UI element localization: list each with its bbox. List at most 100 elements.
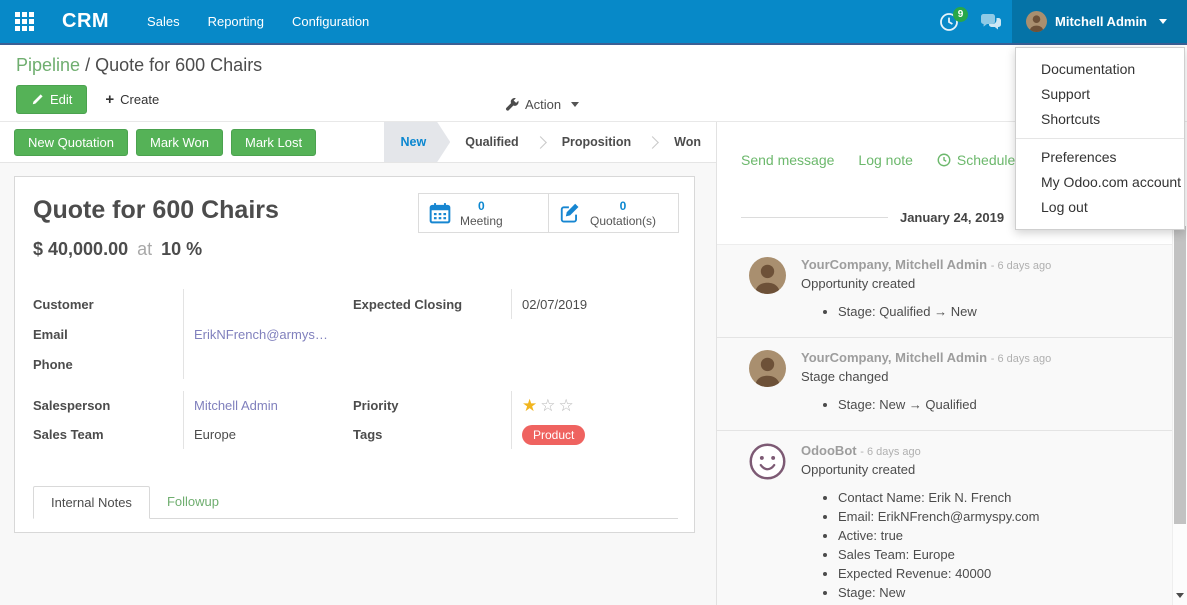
action-dropdown[interactable]: Action <box>505 97 579 112</box>
navbar-left: CRM Sales Reporting Configuration <box>0 0 369 43</box>
breadcrumb-separator: / <box>85 55 90 75</box>
create-button[interactable]: + Create <box>95 85 169 114</box>
customer-value[interactable] <box>183 289 353 319</box>
sheet-area: Quote for 600 Chairs $ 40,000.00 at 10 % <box>0 163 716 605</box>
chevron-down-icon <box>571 102 579 107</box>
stage-won[interactable]: Won <box>659 122 716 162</box>
user-avatar <box>1026 11 1047 32</box>
at-label: at <box>133 239 156 259</box>
menu-item-shortcuts[interactable]: Shortcuts <box>1016 107 1184 132</box>
expected-closing-value: 02/07/2019 <box>511 289 678 319</box>
edit-button[interactable]: Edit <box>16 85 87 114</box>
message-item: YourCompany, Mitchell Admin - 6 days ago… <box>717 338 1187 431</box>
message-body: Stage changed <box>801 369 1147 384</box>
app-name: CRM <box>62 10 109 33</box>
send-message-link[interactable]: Send message <box>741 152 834 168</box>
message-timestamp: - 6 days ago <box>991 260 1052 272</box>
priority-stars[interactable]: ★☆☆ <box>522 396 577 416</box>
field-group-sales: Salesperson Mitchell Admin Priority ★☆☆ … <box>33 391 678 449</box>
control-panel: Pipeline / Quote for 600 Chairs Edit + C… <box>0 45 1187 122</box>
menu-item-sales[interactable]: Sales <box>147 14 180 29</box>
scrollbar-thumb[interactable] <box>1174 226 1186 524</box>
mark-won-button[interactable]: Mark Won <box>136 129 223 156</box>
sales-team-label: Sales Team <box>33 420 183 449</box>
phone-value[interactable] <box>183 349 353 379</box>
log-note-link[interactable]: Log note <box>858 152 913 168</box>
stage-proposition[interactable]: Proposition <box>547 122 646 162</box>
email-value[interactable]: ErikNFrench@armys… <box>183 319 353 349</box>
plus-icon: + <box>105 91 114 108</box>
email-label: Email <box>33 319 183 349</box>
quotation-pencil-square-icon <box>559 202 581 224</box>
breadcrumb: Pipeline / Quote for 600 Chairs <box>16 55 1187 76</box>
new-quotation-button[interactable]: New Quotation <box>14 129 128 156</box>
apps-grid-icon <box>15 12 34 31</box>
sales-team-value[interactable]: Europe <box>183 420 353 449</box>
quotations-stat-button[interactable]: 0 Quotation(s) <box>548 193 679 233</box>
opportunity-title: Quote for 600 Chairs <box>33 196 279 225</box>
meeting-label: Meeting <box>460 214 503 228</box>
wrench-icon <box>505 98 519 112</box>
salesperson-value[interactable]: Mitchell Admin <box>183 391 353 420</box>
statusbar-buttons: New Quotation Mark Won Mark Lost <box>14 129 316 156</box>
mark-lost-button[interactable]: Mark Lost <box>231 129 316 156</box>
menu-item-preferences[interactable]: Preferences <box>1016 145 1184 170</box>
user-dropdown-menu: Documentation Support Shortcuts Preferen… <box>1015 47 1185 230</box>
statusbar: New Quotation Mark Won Mark Lost New Qua… <box>0 122 716 163</box>
scrollbar-down-arrow-icon[interactable] <box>1176 593 1184 598</box>
tag-product: Product <box>522 425 585 445</box>
tab-followup[interactable]: Followup <box>150 486 236 518</box>
date-separator-label: January 24, 2019 <box>888 210 1016 225</box>
star-empty-icon[interactable]: ☆ <box>540 396 558 415</box>
message-body: Opportunity created <box>801 462 1147 477</box>
crm-form-page: CRM Sales Reporting Configuration 9 <box>0 0 1187 605</box>
message-timestamp: - 6 days ago <box>860 446 921 458</box>
stage-qualified[interactable]: Qualified <box>450 122 533 162</box>
menu-item-documentation[interactable]: Documentation <box>1016 57 1184 82</box>
meetings-stat-button[interactable]: 0 Meeting <box>418 193 549 233</box>
priority-label: Priority <box>353 391 511 420</box>
schedule-clock-icon <box>937 153 951 167</box>
form-column: New Quotation Mark Won Mark Lost New Qua… <box>0 122 716 605</box>
breadcrumb-pipeline-link[interactable]: Pipeline <box>16 55 80 75</box>
message-list: YourCompany, Mitchell Admin - 6 days ago… <box>717 244 1187 605</box>
menu-item-my-odoo-account[interactable]: My Odoo.com account <box>1016 170 1184 195</box>
customer-label: Customer <box>33 289 183 319</box>
breadcrumb-current: Quote for 600 Chairs <box>95 55 262 75</box>
tab-internal-notes[interactable]: Internal Notes <box>33 486 150 519</box>
message-item: OdooBot - 6 days ago Opportunity created… <box>717 431 1187 605</box>
message-body: Opportunity created <box>801 276 1147 291</box>
message-tracking-values: Stage: New → Qualified <box>801 395 1147 414</box>
message-author: YourCompany, Mitchell Admin <box>801 350 987 365</box>
opportunity-sheet: Quote for 600 Chairs $ 40,000.00 at 10 % <box>14 176 695 533</box>
tags-label: Tags <box>353 420 511 449</box>
menu-item-configuration[interactable]: Configuration <box>292 14 369 29</box>
chevron-right-icon <box>534 136 547 149</box>
expected-closing-label: Expected Closing <box>353 289 511 319</box>
main-navbar: CRM Sales Reporting Configuration 9 <box>0 0 1187 45</box>
quotation-label: Quotation(s) <box>590 214 656 228</box>
messages-menu-button[interactable] <box>970 0 1012 43</box>
author-avatar <box>749 257 786 294</box>
menu-item-log-out[interactable]: Log out <box>1016 195 1184 220</box>
menu-divider <box>1016 138 1184 139</box>
message-author: OdooBot <box>801 443 857 458</box>
apps-menu-button[interactable] <box>0 0 48 43</box>
activity-menu-button[interactable]: 9 <box>928 0 970 43</box>
user-menu-button[interactable]: Mitchell Admin <box>1012 0 1187 43</box>
expected-revenue-line: $ 40,000.00 at 10 % <box>33 239 202 260</box>
message-author: YourCompany, Mitchell Admin <box>801 257 987 272</box>
menu-item-support[interactable]: Support <box>1016 82 1184 107</box>
menu-item-reporting[interactable]: Reporting <box>208 14 264 29</box>
stage-pipeline: New Qualified Proposition Won <box>384 122 716 162</box>
chat-bubble-icon <box>980 13 1002 31</box>
content: New Quotation Mark Won Mark Lost New Qua… <box>0 122 1187 605</box>
amount-value: $ 40,000.00 <box>33 239 128 259</box>
probability-value: 10 % <box>161 239 202 259</box>
meeting-count: 0 <box>478 199 485 213</box>
star-empty-icon[interactable]: ☆ <box>559 396 577 415</box>
star-filled-icon[interactable]: ★ <box>522 396 540 415</box>
navbar-right: 9 Mitchell Admin <box>928 0 1187 43</box>
author-avatar <box>749 350 786 387</box>
stage-new[interactable]: New <box>384 122 451 162</box>
